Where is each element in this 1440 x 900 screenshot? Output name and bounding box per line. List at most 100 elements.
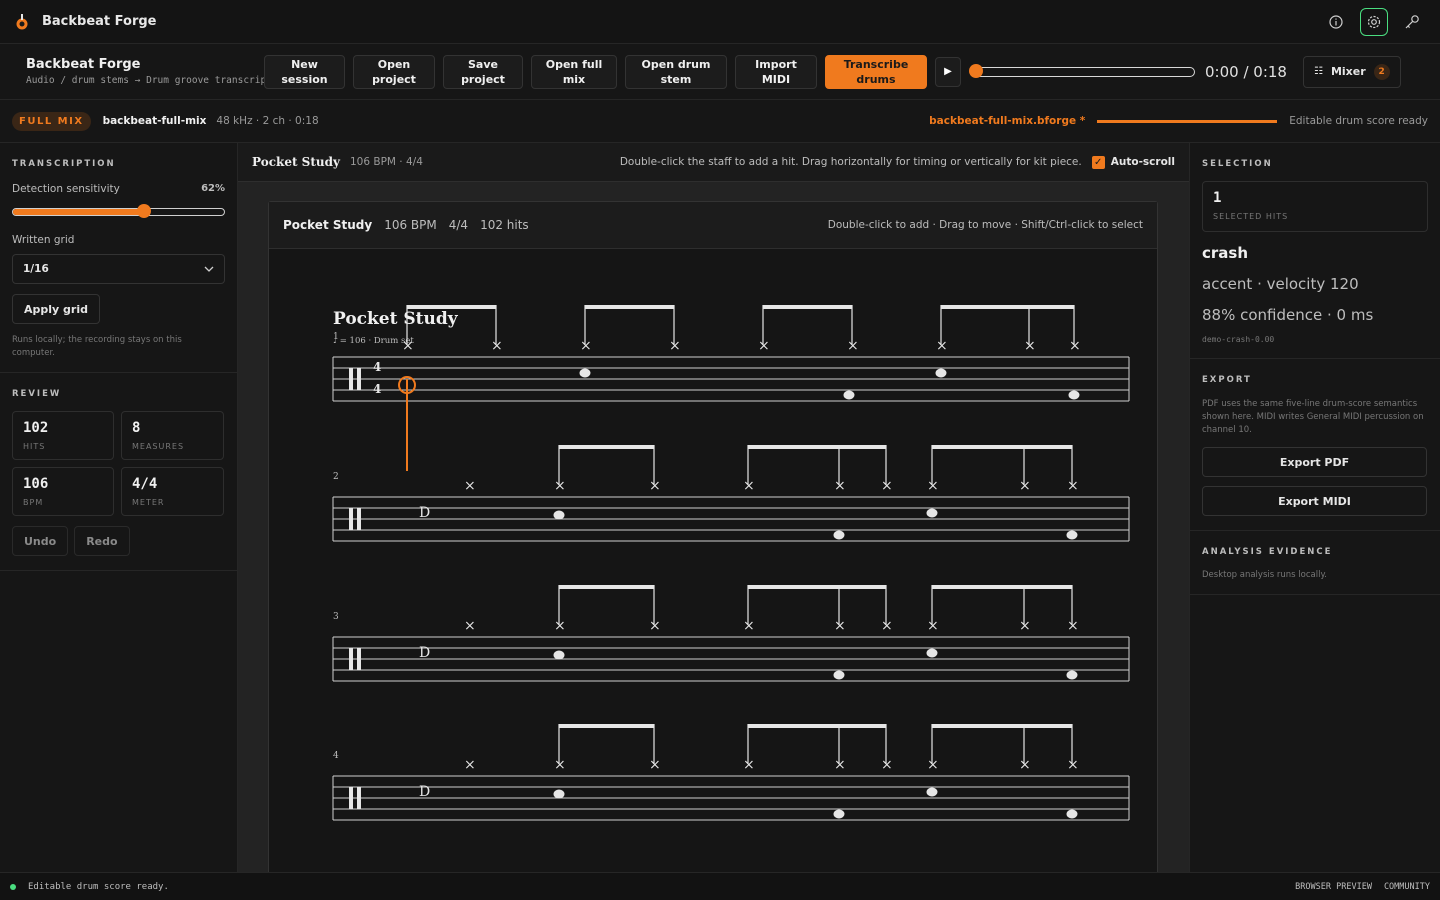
- community-link[interactable]: COMMUNITY: [1384, 882, 1430, 892]
- hihat-note: ×: [881, 478, 893, 494]
- hihat-note: ×: [927, 618, 939, 634]
- card-meter: 4/4: [448, 218, 469, 232]
- drum-note: [1066, 530, 1078, 540]
- review-section-title: REVIEW: [12, 389, 62, 399]
- hihat-note: ×: [1067, 478, 1079, 494]
- redo-button[interactable]: Redo: [74, 526, 130, 556]
- play-button[interactable]: ▶: [935, 56, 961, 87]
- drum-note: [579, 368, 591, 378]
- playback-time: 0:00 / 0:18: [1205, 62, 1287, 81]
- mixer-button[interactable]: ☷ Mixer 2: [1302, 55, 1401, 88]
- percussion-clef: [357, 787, 361, 809]
- hihat-note: ×: [743, 618, 755, 634]
- drum-note: [1068, 390, 1080, 400]
- beam: [932, 724, 1072, 728]
- grid-select[interactable]: 1/16: [12, 254, 225, 284]
- key-icon[interactable]: [1398, 8, 1426, 36]
- percussion-clef: [357, 508, 361, 530]
- drum-note: [553, 789, 565, 799]
- autoscroll-label[interactable]: Auto-scroll: [1111, 156, 1175, 168]
- new-session-button[interactable]: New session: [264, 54, 345, 89]
- settings-gear-icon[interactable]: [1360, 7, 1388, 36]
- hit-id: demo-crash-0.00: [1202, 335, 1275, 344]
- percussion-clef: [349, 508, 353, 530]
- sensitivity-slider[interactable]: [12, 204, 225, 218]
- selected-label: SELECTED HITS: [1213, 212, 1289, 221]
- open-project-button[interactable]: Open project: [353, 54, 435, 89]
- sensitivity-fill: [13, 209, 144, 215]
- source-badge: FULL MIX: [12, 111, 91, 131]
- score-status: Editable drum score ready: [1289, 115, 1428, 127]
- drum-note: [926, 508, 938, 518]
- measure-number: 1: [333, 332, 339, 342]
- hihat-note: ×: [464, 618, 476, 634]
- hihat-note: ×: [554, 478, 566, 494]
- hihat-note: ×: [554, 618, 566, 634]
- beam: [748, 445, 886, 449]
- apply-grid-button[interactable]: Apply grid: [12, 294, 100, 324]
- card-bpm: 106 BPM: [384, 218, 437, 232]
- scrubber-knob[interactable]: [969, 63, 983, 78]
- hihat-note: ×: [649, 478, 661, 494]
- right-panel: SELECTION 1 SELECTED HITS crash accent ·…: [1189, 143, 1440, 872]
- measure-number: 2: [333, 472, 339, 482]
- grid-select-value: 1/16: [23, 263, 49, 275]
- beam: [763, 305, 852, 309]
- drum-note: [935, 368, 947, 378]
- export-midi-button[interactable]: Export MIDI: [1202, 486, 1427, 516]
- beam: [559, 585, 654, 589]
- info-icon[interactable]: [1322, 8, 1350, 36]
- card-hint: Double-click to add · Drag to move · Shi…: [827, 219, 1143, 231]
- mixer-icon: ☷: [1313, 66, 1323, 77]
- card-hits: 102 hits: [480, 218, 529, 232]
- measure-number: 3: [333, 612, 339, 622]
- transcription-section-title: TRANSCRIPTION: [12, 159, 116, 169]
- status-bar: Editable drum score ready. BROWSER PREVI…: [0, 872, 1440, 900]
- stat-hits: 102 HITS: [12, 411, 114, 460]
- open-drum-stem-button[interactable]: Open drum stem: [625, 54, 727, 89]
- transcribe-drums-button[interactable]: Transcribe drums: [825, 54, 927, 89]
- score-area: Pocket Study 106 BPM · 4/4 Double-click …: [238, 143, 1189, 872]
- rest: D: [419, 784, 430, 800]
- selected-hits-card: 1 SELECTED HITS: [1202, 181, 1428, 232]
- score-card-header: Pocket Study 106 BPM 4/4 102 hits Double…: [269, 202, 1157, 249]
- selected-count: 1: [1213, 190, 1222, 206]
- hihat-note: ×: [743, 757, 755, 773]
- score-meta: 106 BPM · 4/4: [349, 156, 423, 168]
- drum-score[interactable]: Pocket Study ♩ = 106 · Drum set 144× × × × ×…: [269, 249, 1157, 872]
- save-project-button[interactable]: Save project: [443, 54, 523, 89]
- grid-label: Written grid: [12, 234, 75, 246]
- sensitivity-knob[interactable]: [136, 204, 151, 218]
- file-bar: FULL MIX backbeat-full-mix 48 kHz · 2 ch…: [0, 100, 1440, 143]
- percussion-clef: [357, 648, 361, 670]
- open-full-mix-button[interactable]: Open full mix: [531, 54, 617, 89]
- app-title: Backbeat Forge: [42, 14, 157, 29]
- selected-detail-1: accent · velocity 120: [1202, 275, 1359, 293]
- hihat-note: ×: [669, 338, 681, 354]
- import-midi-button[interactable]: Import MIDI: [735, 54, 817, 89]
- export-pdf-button[interactable]: Export PDF: [1202, 447, 1427, 477]
- hihat-note: ×: [834, 618, 846, 634]
- selected-piece: crash: [1202, 244, 1249, 262]
- drum-note: [1066, 809, 1078, 819]
- hihat-note: ×: [1024, 338, 1036, 354]
- beam: [748, 585, 886, 589]
- hihat-note: ×: [464, 478, 476, 494]
- percussion-clef: [357, 368, 361, 390]
- main-toolbar: Backbeat Forge Audio / drum stems → Drum…: [0, 44, 1440, 100]
- card-title: Pocket Study: [283, 218, 373, 232]
- playback-scrubber[interactable]: [969, 63, 1195, 78]
- hihat-note: ×: [1069, 338, 1081, 354]
- hihat-note: ×: [1067, 757, 1079, 773]
- export-note: PDF uses the same five-line drum-score s…: [1202, 399, 1424, 435]
- beam: [941, 305, 1074, 309]
- file-name: backbeat-full-mix: [102, 115, 207, 127]
- autoscroll-checkbox[interactable]: ✓: [1091, 155, 1105, 169]
- beam: [932, 445, 1072, 449]
- score-card: Pocket Study 106 BPM 4/4 102 hits Double…: [268, 201, 1158, 872]
- mixer-badge: 2: [1373, 63, 1390, 80]
- hihat-note: ×: [554, 757, 566, 773]
- hihat-note: ×: [491, 338, 503, 354]
- hihat-note: ×: [1019, 757, 1031, 773]
- undo-button[interactable]: Undo: [12, 526, 69, 556]
